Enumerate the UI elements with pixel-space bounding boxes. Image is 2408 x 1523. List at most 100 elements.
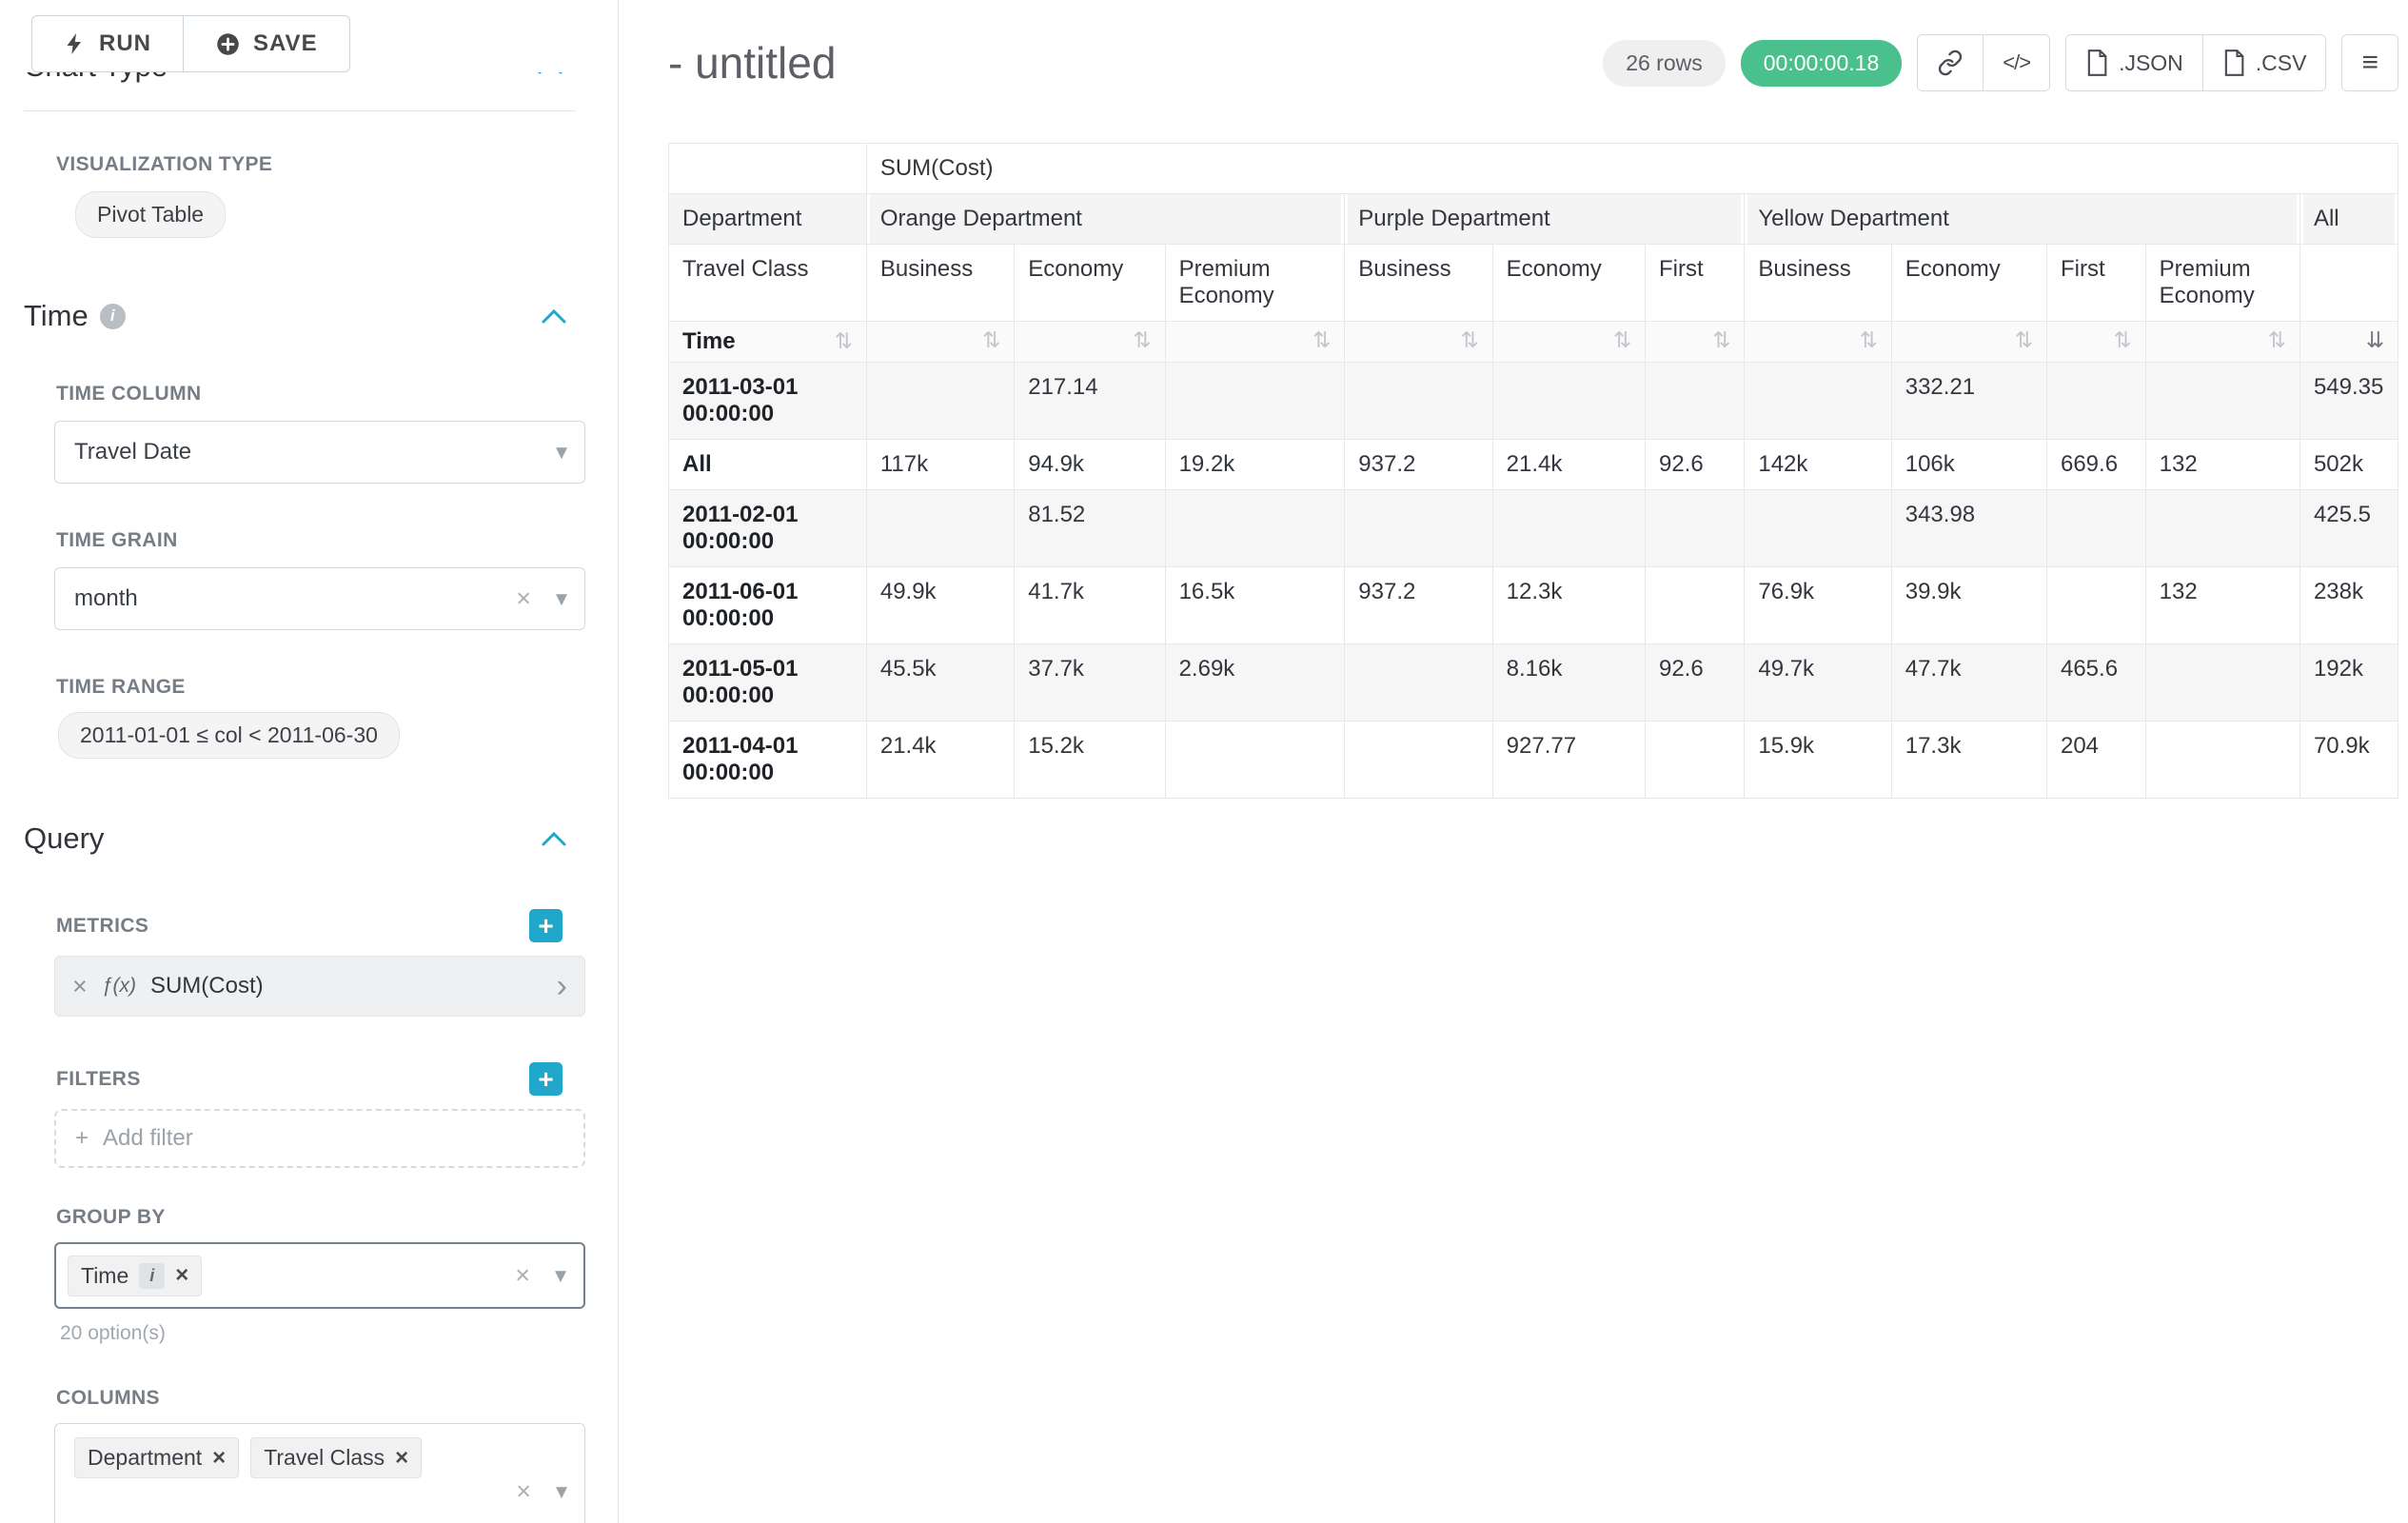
more-options-button[interactable]: ≡ (2342, 35, 2398, 90)
table-cell (867, 490, 1015, 567)
sort-icon[interactable]: ⇅ (1613, 328, 1631, 352)
metric-name: SUM(Cost) (150, 973, 264, 999)
table-cell (1646, 567, 1745, 644)
table-cell (1345, 644, 1492, 722)
table-cell: 106k (1892, 440, 2047, 490)
sort-icon[interactable]: ⇅ (1712, 328, 1730, 352)
divider (24, 110, 576, 111)
table-cell: 549.35 (2300, 363, 2398, 440)
sort-icon-active[interactable]: ⇊ (2366, 328, 2384, 352)
all-subheader-blank (2300, 245, 2398, 322)
pill-label: Travel Class (264, 1445, 385, 1471)
sort-icon[interactable]: ⇅ (1859, 328, 1877, 352)
add-filter-plus-icon[interactable]: + (529, 1062, 563, 1096)
pill-label: Time (81, 1263, 128, 1289)
clear-icon[interactable]: × (515, 1261, 530, 1291)
table-cell (1166, 490, 1346, 567)
table-cell: 425.5 (2300, 490, 2398, 567)
group-by-select[interactable]: Timei× × ▾ (54, 1242, 585, 1309)
sort-icon[interactable]: ⇅ (1460, 328, 1478, 352)
run-button[interactable]: RUN (31, 15, 184, 72)
fx-icon: ƒ(x) (102, 975, 136, 998)
sort-cell: ⇅ (1493, 322, 1646, 363)
table-cell: 927.77 (1493, 722, 1646, 799)
group-by-options-hint: 20 option(s) (60, 1322, 576, 1345)
chevron-right-icon[interactable]: › (557, 970, 567, 1002)
run-button-label: RUN (99, 30, 151, 57)
table-cell: 17.3k (1892, 722, 2047, 799)
embed-code-button[interactable]: </> (1983, 35, 2049, 90)
visualization-type-chip[interactable]: Pivot Table (75, 191, 226, 238)
table-row: 2011-05-01 00:00:0045.5k37.7k2.69k8.16k9… (668, 644, 2398, 722)
time-range-chip[interactable]: 2011-01-01 ≤ col < 2011-06-30 (58, 712, 400, 759)
travel-class-header: Economy (1493, 245, 1646, 322)
sort-icon[interactable]: ⇅ (1133, 328, 1151, 352)
row-header: 2011-05-01 00:00:00 (668, 644, 867, 722)
export-json-button[interactable]: .JSON (2066, 35, 2202, 90)
department-group-header: Yellow Department (1745, 194, 2300, 245)
travel-class-axis-label: Travel Class (668, 245, 867, 322)
columns-select[interactable]: Department×Travel Class× × ▾ (54, 1423, 585, 1523)
columns-pills: Department× Travel Class × (74, 1437, 433, 1478)
add-metric-icon[interactable]: + (529, 909, 563, 942)
sort-header-row: Time⇅⇅⇅⇅⇅⇅⇅⇅⇅⇅⇅⇊ (668, 322, 2398, 363)
selected-option-pill[interactable]: Timei × (68, 1256, 202, 1296)
pivot-table: SUM(Cost)DepartmentOrange DepartmentPurp… (668, 143, 2398, 799)
clear-icon[interactable]: × (516, 584, 531, 614)
table-cell: 41.7k (1015, 567, 1165, 644)
table-cell: 92.6 (1646, 440, 1745, 490)
sort-icon[interactable]: ⇅ (835, 329, 853, 353)
selected-option-pill[interactable]: Travel Class × (250, 1437, 422, 1478)
add-filter-button[interactable]: + Add filter (54, 1109, 585, 1168)
copy-link-button[interactable] (1918, 35, 1983, 90)
table-cell: 19.2k (1166, 440, 1346, 490)
sort-icon[interactable]: ⇅ (982, 328, 1000, 352)
sort-cell: ⇅ (1646, 322, 1745, 363)
remove-pill-icon[interactable]: × (212, 1447, 226, 1470)
metrics-label: METRICS (56, 915, 148, 938)
table-row: 2011-03-01 00:00:00217.14332.21549.35 (668, 363, 2398, 440)
chevron-up-icon[interactable] (542, 831, 566, 846)
row-header: 2011-04-01 00:00:00 (668, 722, 867, 799)
table-cell: 47.7k (1892, 644, 2047, 722)
table-cell (2146, 363, 2300, 440)
table-row: 2011-04-01 00:00:0021.4k15.2k927.7715.9k… (668, 722, 2398, 799)
table-cell: 12.3k (1493, 567, 1646, 644)
remove-pill-icon[interactable]: × (395, 1447, 408, 1470)
table-cell: 937.2 (1345, 567, 1492, 644)
table-cell: 343.98 (1892, 490, 2047, 567)
table-cell: 49.9k (867, 567, 1015, 644)
remove-metric-icon[interactable]: × (72, 972, 88, 1001)
export-csv-button[interactable]: .CSV (2202, 35, 2326, 90)
info-icon: i (100, 304, 126, 329)
clear-icon[interactable]: × (516, 1476, 531, 1506)
sort-icon[interactable]: ⇅ (1313, 328, 1331, 352)
action-button-row: RUN SAVE (31, 15, 350, 72)
remove-pill-icon[interactable]: × (175, 1264, 188, 1287)
caret-down-icon: ▾ (556, 439, 567, 466)
file-json-icon (2085, 49, 2108, 76)
time-grain-select[interactable]: month × ▾ (54, 567, 585, 630)
info-icon: i (139, 1263, 165, 1289)
sort-icon[interactable]: ⇅ (2015, 328, 2033, 352)
chevron-up-icon[interactable] (542, 308, 566, 324)
save-button[interactable]: SAVE (184, 15, 350, 72)
pivot-table-body: 2011-03-01 00:00:00217.14332.21549.35All… (668, 363, 2398, 799)
sort-icon[interactable]: ⇅ (2268, 328, 2286, 352)
table-cell: 94.9k (1015, 440, 1165, 490)
table-row: 2011-06-01 00:00:0049.9k41.7k16.5k937.21… (668, 567, 2398, 644)
sort-icon[interactable]: ⇅ (2113, 328, 2131, 352)
table-cell: 204 (2047, 722, 2146, 799)
row-header: 2011-02-01 00:00:00 (668, 490, 867, 567)
chevron-up-icon[interactable] (538, 72, 563, 74)
selected-option-pill[interactable]: Department× (74, 1437, 239, 1478)
table-cell: 8.16k (1493, 644, 1646, 722)
table-cell (2047, 363, 2146, 440)
travel-class-header-row: Travel ClassBusinessEconomyPremium Econo… (668, 245, 2398, 322)
table-cell: 15.2k (1015, 722, 1165, 799)
table-cell: 217.14 (1015, 363, 1165, 440)
metric-option[interactable]: × ƒ(x) SUM(Cost) › (54, 956, 585, 1017)
time-column-select[interactable]: Travel Date ▾ (54, 421, 585, 484)
sort-cell: ⇅ (867, 322, 1015, 363)
link-icon (1937, 49, 1964, 76)
